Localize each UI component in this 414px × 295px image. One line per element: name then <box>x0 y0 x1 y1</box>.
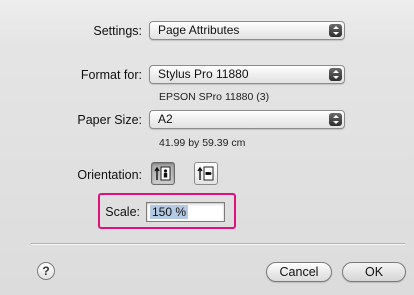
page-setup-sheet: Settings: Page Attributes Format for: St… <box>0 0 414 295</box>
settings-popup-value: Page Attributes <box>158 23 240 37</box>
paper-size-popup[interactable]: A2 <box>149 110 345 129</box>
format-for-label: Format for: <box>80 68 142 82</box>
landscape-icon <box>197 166 214 181</box>
format-for-popup[interactable]: Stylus Pro 11880 <box>149 65 345 84</box>
divider <box>31 243 405 245</box>
popup-arrows-icon <box>329 24 342 37</box>
scale-field-value: 150 % <box>150 205 189 219</box>
orientation-portrait-button[interactable] <box>151 162 175 185</box>
paper-size-label: Paper Size: <box>77 113 142 127</box>
format-for-popup-value: Stylus Pro 11880 <box>158 67 249 81</box>
ok-button[interactable]: OK <box>342 262 406 282</box>
orientation-label: Orientation: <box>77 168 142 182</box>
portrait-icon <box>154 166 171 181</box>
popup-arrows-icon <box>329 113 342 126</box>
orientation-landscape-button[interactable] <box>194 162 218 185</box>
paper-size-popup-value: A2 <box>158 112 173 126</box>
settings-label: Settings: <box>93 24 142 38</box>
printer-detail: EPSON SPro 11880 (3) <box>159 91 270 103</box>
settings-popup[interactable]: Page Attributes <box>149 21 345 40</box>
paper-size-detail: 41.99 by 59.39 cm <box>159 137 246 149</box>
help-button[interactable]: ? <box>37 262 55 280</box>
scale-field[interactable]: 150 % <box>146 202 225 222</box>
cancel-button[interactable]: Cancel <box>266 262 332 282</box>
popup-arrows-icon <box>329 68 342 81</box>
scale-label: Scale: <box>105 205 140 219</box>
